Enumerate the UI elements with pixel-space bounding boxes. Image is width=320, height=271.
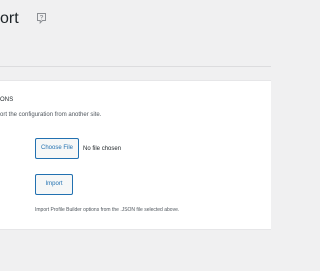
- page-header: ort: [0, 0, 271, 40]
- page-title: ort: [0, 10, 19, 27]
- import-page: ort ONS ort the configuration from anoth…: [0, 0, 271, 271]
- header-divider: [0, 66, 271, 67]
- import-panel: ONS ort the configuration from another s…: [0, 80, 271, 230]
- section-heading: ONS: [0, 97, 14, 103]
- file-status-text: No file chosen: [83, 145, 122, 152]
- import-help-text: Import Profile Builder options from the …: [35, 207, 180, 213]
- file-input-row: Choose File No file chosen: [35, 138, 121, 159]
- help-page-icon[interactable]: [36, 12, 47, 25]
- section-description: ort the configuration from another site.: [0, 112, 102, 118]
- choose-file-button[interactable]: Choose File: [35, 138, 80, 159]
- import-button[interactable]: Import: [35, 174, 73, 195]
